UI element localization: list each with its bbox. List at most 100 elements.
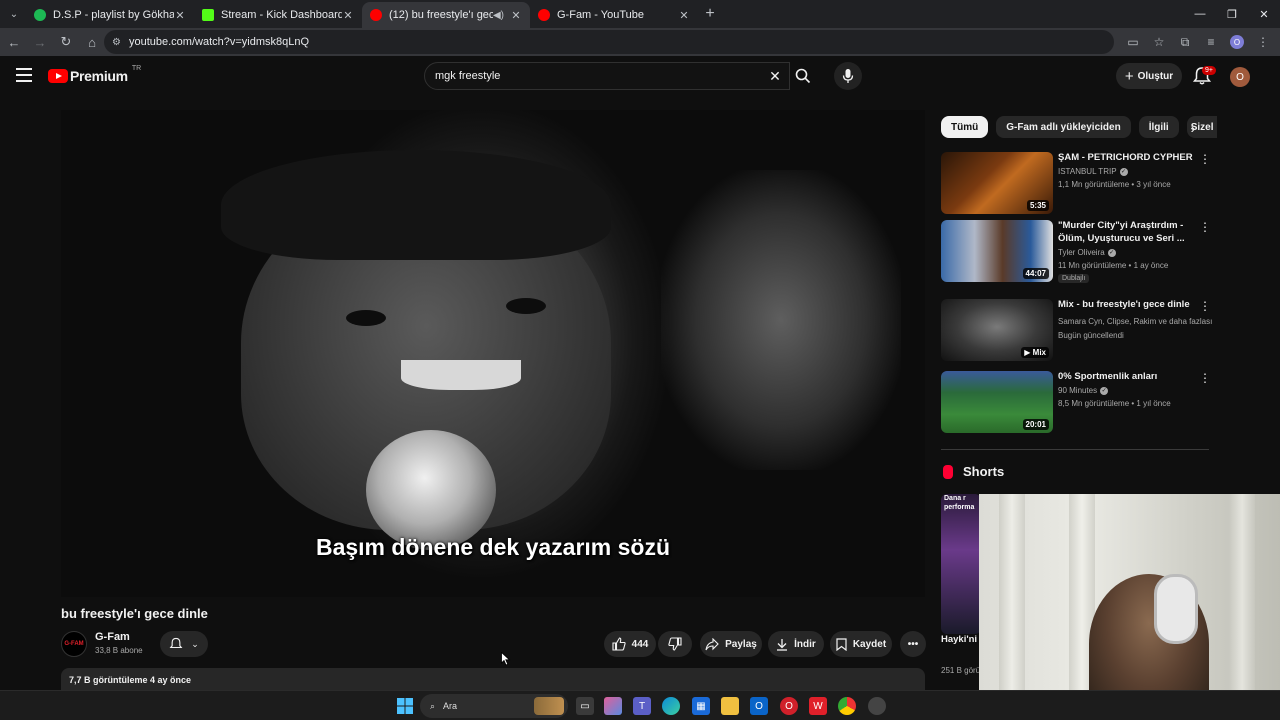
recommendation-title[interactable]: Mix - bu freestyle'ı gece dinle bbox=[1058, 298, 1198, 311]
recommendation-title[interactable]: ŞAM - PETRICHORD CYPHER bbox=[1058, 151, 1198, 164]
browser-tab-youtube-video[interactable]: (12) bu freestyle'ı gece dinle ◀) ✕ bbox=[362, 2, 530, 28]
recommendation-channel[interactable]: 90 Minutes ✓ bbox=[1058, 386, 1109, 395]
more-vertical-icon[interactable]: ⋮ bbox=[1199, 220, 1211, 234]
chip-all[interactable]: Tümü bbox=[941, 116, 989, 138]
video-frame-cap bbox=[221, 150, 611, 260]
recommendation-title[interactable]: 0% Sportmenlik anları bbox=[1058, 370, 1198, 383]
search-button[interactable] bbox=[788, 62, 818, 90]
close-icon[interactable]: ✕ bbox=[174, 9, 186, 22]
share-button[interactable]: Paylaş bbox=[700, 631, 762, 657]
video-title: bu freestyle'ı gece dinle bbox=[61, 606, 208, 621]
description-box[interactable]: 7,7 B görüntüleme 4 ay önce bbox=[61, 668, 925, 692]
opera-icon[interactable]: O bbox=[780, 697, 798, 715]
dislike-button[interactable] bbox=[658, 631, 692, 657]
chrome-icon[interactable] bbox=[838, 697, 856, 715]
youtube-premium-logo[interactable]: Premium TR bbox=[48, 64, 142, 84]
speaker-icon[interactable]: ◀) bbox=[493, 10, 504, 21]
recommendation-title[interactable]: "Murder City"yi Araştırdım - Ölüm, Uyuşt… bbox=[1058, 219, 1198, 245]
task-view-icon[interactable]: ▭ bbox=[576, 697, 594, 715]
video-thumbnail[interactable]: 44:07 bbox=[941, 220, 1053, 282]
tab-search-button[interactable]: ⌄ bbox=[2, 3, 26, 25]
teams-icon[interactable]: T bbox=[633, 697, 651, 715]
subscription-bell-button[interactable]: ⌄ bbox=[160, 631, 208, 657]
minimize-button[interactable]: — bbox=[1184, 0, 1216, 28]
outlook-icon[interactable]: O bbox=[750, 697, 768, 715]
country-code: TR bbox=[131, 64, 142, 72]
close-icon[interactable]: ✕ bbox=[510, 9, 522, 22]
create-button[interactable]: + Oluştur bbox=[1116, 63, 1182, 89]
file-explorer-icon[interactable] bbox=[721, 697, 739, 715]
mix-thumbnail[interactable]: ▶ Mix bbox=[941, 299, 1053, 361]
restore-button[interactable]: ❐ bbox=[1216, 0, 1248, 28]
more-vertical-icon[interactable]: ⋮ bbox=[1199, 152, 1211, 166]
address-bar[interactable]: ⚙ youtube.com/watch?v=yidmsk8qLnQ bbox=[104, 30, 1114, 54]
save-label: Kaydet bbox=[852, 638, 887, 650]
video-thumbnail[interactable]: 20:01 bbox=[941, 371, 1053, 433]
new-tab-button[interactable]: + bbox=[698, 5, 722, 23]
store-icon[interactable]: ▦ bbox=[692, 697, 710, 715]
taskbar-search[interactable]: ⌕ Ara bbox=[420, 694, 568, 718]
video-player[interactable]: Başım dönene dek yazarım sözü bbox=[61, 110, 925, 597]
recommendation-meta: 8,5 Mn görüntüleme • 1 yıl önce bbox=[1058, 399, 1171, 408]
extensions-icon[interactable]: ⧉ bbox=[1172, 30, 1198, 54]
media-controls-icon[interactable]: ≡ bbox=[1198, 30, 1224, 54]
recommendation-item[interactable]: 5:35 ŞAM - PETRICHORD CYPHER ISTANBUL TR… bbox=[941, 152, 1211, 216]
more-vertical-icon[interactable]: ⋮ bbox=[1199, 371, 1211, 385]
more-actions-button[interactable]: ••• bbox=[900, 631, 926, 657]
video-thumbnail[interactable]: 5:35 bbox=[941, 152, 1053, 214]
short-title[interactable]: Hayki'ni canlı ya bbox=[941, 633, 981, 646]
windows-start-icon[interactable] bbox=[396, 697, 414, 715]
mouse-pointer-icon bbox=[501, 652, 511, 666]
chip-from-uploader[interactable]: G-Fam adlı yükleyiciden bbox=[996, 116, 1131, 138]
account-avatar[interactable]: O bbox=[1230, 67, 1250, 87]
toolbar-actions: ▭ ☆ ⧉ ≡ O ⋮ bbox=[1120, 30, 1276, 54]
reload-button[interactable]: ↻ bbox=[54, 30, 78, 54]
save-button[interactable]: Kaydet bbox=[830, 631, 892, 657]
chevron-down-icon: ⌄ bbox=[191, 638, 199, 649]
site-info-icon[interactable]: ⚙ bbox=[112, 37, 121, 48]
home-button[interactable]: ⌂ bbox=[80, 30, 104, 54]
obs-icon[interactable] bbox=[868, 697, 886, 715]
recommendation-item[interactable]: 20:01 0% Sportmenlik anları 90 Minutes ✓ … bbox=[941, 371, 1211, 435]
more-vertical-icon[interactable]: ⋮ bbox=[1199, 299, 1211, 313]
channel-avatar[interactable]: G-FAM bbox=[61, 631, 87, 657]
short-thumbnail[interactable]: Dana r performa bbox=[941, 494, 981, 634]
recommendation-channel[interactable]: ISTANBUL TRIP ✓ bbox=[1058, 167, 1128, 176]
recommendation-item[interactable]: 44:07 "Murder City"yi Araştırdım - Ölüm,… bbox=[941, 220, 1211, 284]
menu-hamburger-icon[interactable] bbox=[16, 68, 32, 82]
verified-check-icon: ✓ bbox=[1107, 248, 1116, 257]
clear-search-icon[interactable]: ✕ bbox=[761, 68, 789, 85]
browser-tab-youtube-channel[interactable]: G-Fam - YouTube ✕ bbox=[530, 2, 698, 28]
chevron-right-icon[interactable]: › bbox=[1183, 118, 1203, 138]
bookmark-star-icon[interactable]: ☆ bbox=[1146, 30, 1172, 54]
forward-button[interactable]: → bbox=[28, 30, 52, 54]
bell-icon bbox=[169, 637, 183, 649]
wps-office-icon[interactable]: W bbox=[809, 697, 827, 715]
edge-icon[interactable] bbox=[662, 697, 680, 715]
search-input[interactable]: mgk freestyle ✕ bbox=[424, 62, 790, 90]
browser-tab-spotify[interactable]: D.S.P - playlist by Gökhan Eryiğit ✕ bbox=[26, 2, 194, 28]
download-button[interactable]: İndir bbox=[768, 631, 824, 657]
back-button[interactable]: ← bbox=[2, 30, 26, 54]
menu-icon[interactable]: ⋮ bbox=[1250, 30, 1276, 54]
voice-search-button[interactable] bbox=[834, 62, 862, 90]
channel-name: Tyler Oliveira bbox=[1058, 248, 1105, 257]
close-window-button[interactable]: ✕ bbox=[1248, 0, 1280, 28]
cast-icon[interactable]: ▭ bbox=[1120, 30, 1146, 54]
recommendation-item[interactable]: ▶ Mix Mix - bu freestyle'ı gece dinle Sa… bbox=[941, 298, 1212, 363]
close-icon[interactable]: ✕ bbox=[342, 9, 354, 22]
logo-text: Premium bbox=[70, 68, 128, 84]
mix-label: Mix bbox=[1032, 348, 1046, 357]
like-button[interactable]: 444 bbox=[604, 631, 656, 657]
browser-tab-kick[interactable]: Stream - Kick Dashboard ✕ bbox=[194, 2, 362, 28]
close-icon[interactable]: ✕ bbox=[678, 9, 690, 22]
video-subtitle: Başım dönene dek yazarım sözü bbox=[315, 534, 671, 560]
recommendation-channel[interactable]: Samara Cyn, Clipse, Rakim ve daha fazlas… bbox=[1058, 317, 1212, 326]
channel-name[interactable]: G-Fam bbox=[95, 631, 130, 643]
video-duration: 20:01 bbox=[1022, 419, 1049, 430]
recommendation-meta: 1,1 Mn görüntüleme • 3 yıl önce bbox=[1058, 180, 1171, 189]
recommendation-channel[interactable]: Tyler Oliveira ✓ bbox=[1058, 248, 1116, 257]
copilot-icon[interactable] bbox=[604, 697, 622, 715]
profile-avatar[interactable]: O bbox=[1230, 35, 1244, 49]
chip-related[interactable]: İlgili bbox=[1138, 116, 1179, 138]
